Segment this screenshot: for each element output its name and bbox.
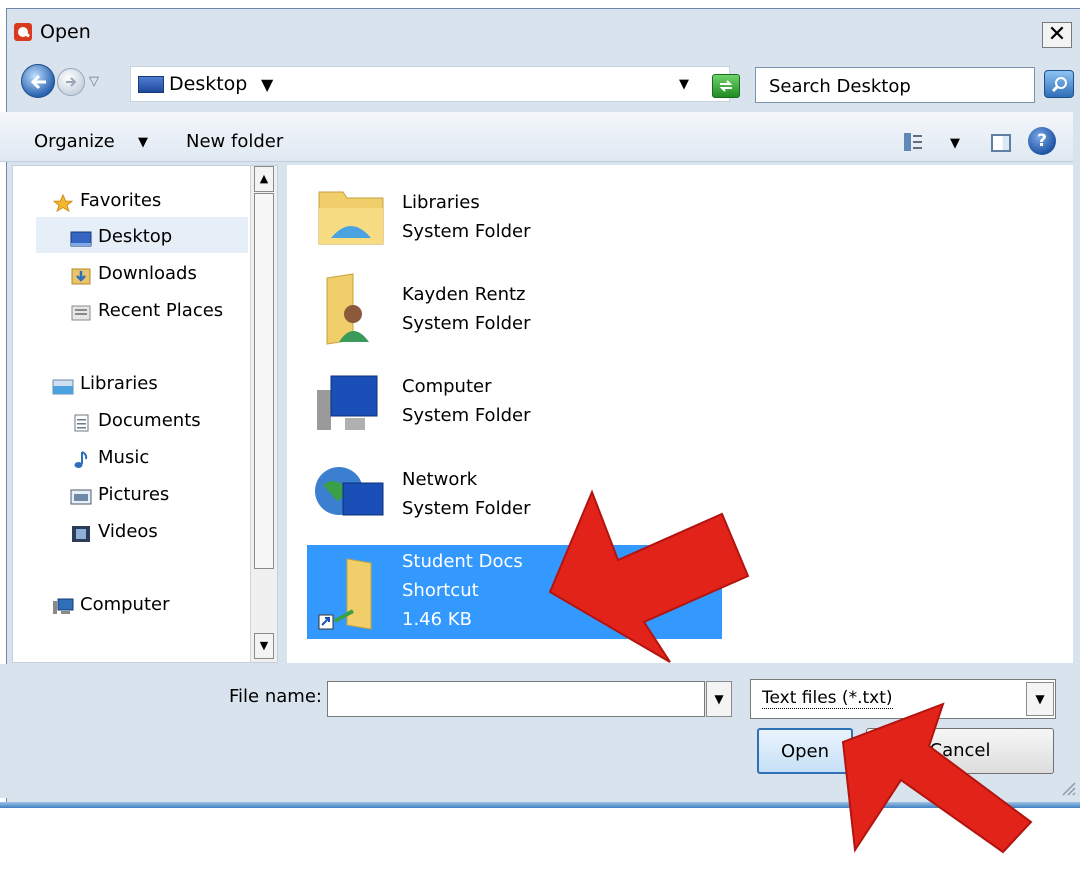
- history-dropdown-icon[interactable]: ▽: [89, 74, 99, 89]
- search-button[interactable]: [1044, 70, 1074, 98]
- nav-favorites-label: Favorites: [80, 190, 162, 211]
- scroll-down-button[interactable]: ▼: [254, 633, 274, 659]
- file-name: Network: [402, 469, 478, 490]
- recent-places-icon: [71, 305, 91, 321]
- organize-dropdown-icon[interactable]: ▼: [138, 135, 148, 150]
- shortcut-folder-icon: [318, 558, 372, 630]
- nav-libraries-label: Libraries: [80, 373, 158, 394]
- new-folder-button[interactable]: New folder: [186, 131, 283, 152]
- file-type: System Folder: [402, 313, 531, 334]
- star-icon: [52, 194, 74, 212]
- desktop-icon: [138, 76, 164, 93]
- libraries-folder-icon: [318, 191, 384, 245]
- annotation-arrow-shortcut: [548, 489, 750, 663]
- title-bar: [0, 0, 1073, 52]
- annotation-arrow-open: [841, 702, 1033, 854]
- nav-downloads-label: Downloads: [98, 263, 197, 284]
- search-placeholder: Search Desktop: [769, 76, 911, 97]
- scroll-up-button[interactable]: ▲: [254, 166, 274, 192]
- forward-button[interactable]: [57, 68, 85, 96]
- search-icon: [1051, 77, 1067, 93]
- computer-icon: [53, 598, 74, 614]
- nav-recent-places-label: Recent Places: [98, 300, 224, 321]
- refresh-icon: [719, 80, 733, 92]
- file-name: Kayden Rentz: [402, 284, 526, 305]
- desktop-icon: [70, 231, 92, 247]
- file-type: System Folder: [402, 221, 531, 242]
- nav-desktop-label: Desktop: [98, 226, 173, 247]
- close-button[interactable]: ✕: [1042, 22, 1072, 48]
- downloads-folder-icon: [71, 268, 91, 285]
- screenshot: Open ✕ ▽ Desktop ▼ ▼ Search Desktop Orga…: [0, 0, 1080, 880]
- file-size: 1.46 KB: [402, 609, 472, 630]
- preview-pane-icon[interactable]: [991, 134, 1011, 152]
- file-item-user[interactable]: Kayden Rentz System Folder: [307, 260, 722, 354]
- scrollbar-thumb[interactable]: [254, 193, 274, 569]
- organize-menu[interactable]: Organize: [34, 131, 115, 152]
- nav-videos-label: Videos: [98, 521, 158, 542]
- file-name-input[interactable]: [327, 681, 705, 717]
- view-dropdown-icon[interactable]: ▼: [950, 136, 960, 151]
- pictures-icon: [70, 489, 92, 505]
- refresh-button[interactable]: [712, 74, 740, 98]
- change-view-icon[interactable]: [903, 132, 923, 152]
- address-crumb[interactable]: Desktop: [169, 73, 247, 95]
- computer-icon: [317, 375, 378, 430]
- file-item-computer[interactable]: Computer System Folder: [307, 352, 722, 446]
- search-input[interactable]: Search Desktop: [755, 67, 1035, 103]
- user-folder-icon: [326, 273, 369, 345]
- file-type: System Folder: [402, 498, 531, 519]
- file-name: Computer: [402, 376, 492, 397]
- window-title: Open: [40, 21, 91, 43]
- forward-arrow-icon: [66, 77, 77, 87]
- file-name-dropdown-icon[interactable]: ▼: [706, 681, 732, 717]
- music-icon: [74, 451, 88, 468]
- back-arrow-icon: [30, 74, 46, 90]
- address-bar[interactable]: Desktop ▼ ▼: [130, 66, 730, 102]
- nav-pictures-label: Pictures: [98, 484, 170, 505]
- libraries-icon: [52, 379, 74, 395]
- nav-music-label: Music: [98, 447, 150, 468]
- address-dropdown-icon[interactable]: ▼: [679, 77, 689, 92]
- resize-grip-icon[interactable]: [1058, 778, 1076, 796]
- documents-icon: [74, 414, 89, 432]
- file-name: Libraries: [402, 192, 480, 213]
- nav-documents-label: Documents: [98, 410, 201, 431]
- app-icon: [14, 23, 32, 41]
- back-button[interactable]: [21, 64, 55, 98]
- file-item-libraries[interactable]: Libraries System Folder: [307, 168, 722, 262]
- network-globe-icon: [315, 467, 384, 516]
- videos-icon: [72, 526, 90, 542]
- crumb-chevron-icon[interactable]: ▼: [261, 75, 273, 94]
- file-name-label: File name:: [229, 686, 322, 707]
- file-type: System Folder: [402, 405, 531, 426]
- nav-computer-label: Computer: [80, 594, 170, 615]
- file-type: Shortcut: [402, 580, 479, 601]
- file-name: Student Docs: [402, 551, 523, 572]
- help-icon[interactable]: ?: [1028, 127, 1056, 155]
